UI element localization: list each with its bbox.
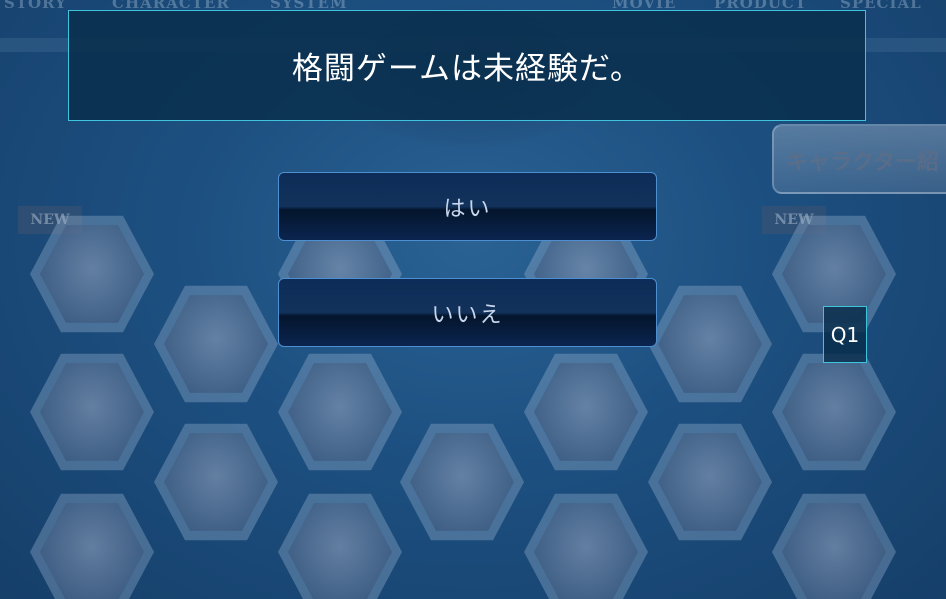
question-box: 格闘ゲームは未経験だ。	[68, 10, 866, 121]
answer-yes-label: はい	[443, 196, 492, 222]
character-portrait	[648, 423, 772, 541]
question-text: 格闘ゲームは未経験だ。	[291, 51, 643, 87]
character-portrait	[154, 423, 278, 541]
background-banner-text: キャラクター紹	[786, 150, 940, 175]
character-portrait	[772, 493, 896, 599]
character-portrait	[648, 285, 772, 403]
character-portrait	[400, 423, 524, 541]
character-portrait	[278, 493, 402, 599]
character-portrait	[154, 285, 278, 403]
nav-story: STORY	[4, 0, 67, 12]
character-portrait	[30, 493, 154, 599]
answer-no-button[interactable]: いいえ	[278, 278, 657, 347]
character-portrait	[524, 353, 648, 471]
background-character-banner: キャラクター紹	[772, 124, 946, 194]
character-portrait	[278, 353, 402, 471]
quiz-screen: STORY CHARACTER SYSTEM MOVIE PRODUCT SPE…	[0, 0, 946, 599]
answer-no-label: いいえ	[431, 302, 504, 328]
character-portrait	[30, 353, 154, 471]
answer-yes-button[interactable]: はい	[278, 172, 657, 241]
character-portrait	[524, 493, 648, 599]
question-number-badge: Q1	[823, 306, 867, 363]
character-portrait	[772, 353, 896, 471]
